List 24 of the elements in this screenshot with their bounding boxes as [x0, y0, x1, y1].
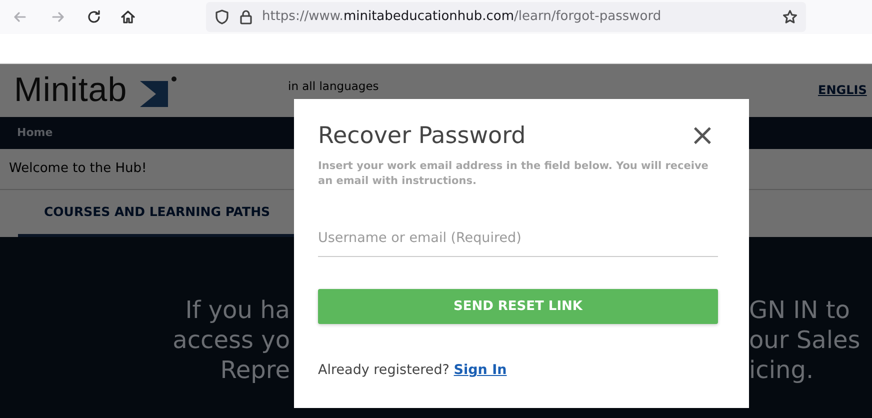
home-icon[interactable]	[120, 9, 136, 25]
address-bar[interactable]: https://www.minitabeducationhub.com/learn/forgot-password	[206, 2, 806, 32]
logo-text: Minitab	[14, 70, 128, 111]
url-text: https://www.minitabeducationhub.com/learn/forgot-password	[262, 8, 662, 26]
modal-description: Insert your work email address in the field below. You will receive an email with instructions.	[318, 158, 710, 189]
footer-text: Already registered?	[318, 362, 450, 378]
hero-text: Repre	[219, 355, 290, 386]
star-icon[interactable]	[782, 8, 798, 25]
welcome-text: Welcome to the Hub!	[9, 160, 147, 178]
hero-text: our Sales	[749, 325, 862, 356]
tagline-text: in all languages	[288, 78, 379, 95]
reload-icon[interactable]	[86, 9, 102, 25]
shield-icon[interactable]	[214, 9, 230, 25]
hero-text: icing.	[749, 355, 815, 386]
close-button[interactable]: ×	[690, 121, 715, 151]
nav-link[interactable]: Home	[17, 124, 53, 142]
send-reset-link-button[interactable]: SEND RESET LINK	[318, 289, 718, 324]
hero-text: If you ha	[184, 295, 290, 326]
language-link[interactable]: ENGLIS	[818, 81, 867, 99]
sign-in-link[interactable]: Sign In	[454, 362, 507, 378]
lock-icon[interactable]	[238, 9, 254, 25]
hero-text: GN IN to	[749, 295, 851, 326]
hero-text: access yo	[172, 325, 290, 356]
modal-title: Recover Password	[318, 123, 526, 151]
